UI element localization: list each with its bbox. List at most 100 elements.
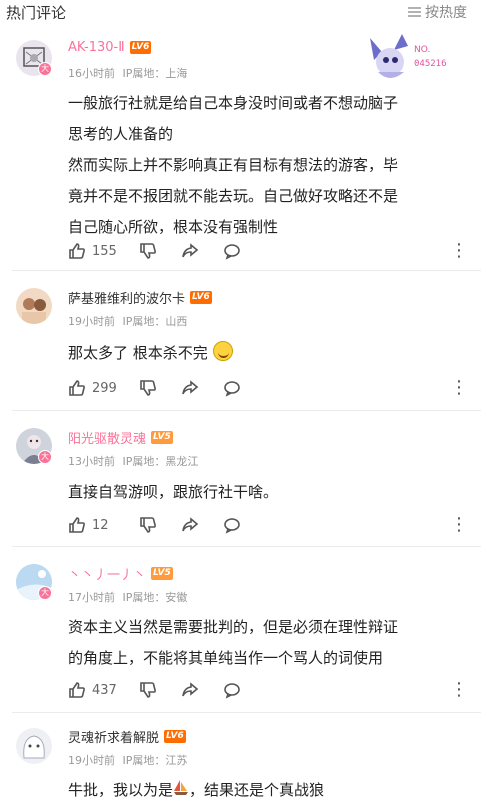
- level-badge: LV6: [190, 291, 212, 304]
- timestamp: 19小时前: [68, 315, 115, 328]
- comment-item: 灵魂祈求着解脱 LV6 19小时前 IP属地：江苏 牛批，我以为是 ，结果还是个真…: [0, 712, 481, 800]
- like-button[interactable]: 155: [68, 242, 139, 260]
- username[interactable]: 灵魂祈求着解脱 LV6: [68, 727, 186, 746]
- vip-badge: 大: [38, 450, 52, 464]
- dislike-button[interactable]: [139, 516, 181, 534]
- comment-line: 思考的人准备的: [68, 125, 174, 143]
- timestamp: 16小时前: [68, 67, 115, 80]
- level-badge: LV5: [151, 431, 173, 444]
- thumbs-up-icon: [69, 380, 85, 396]
- like-count: 155: [92, 243, 117, 259]
- like-button[interactable]: 12: [68, 516, 139, 534]
- like-count: 12: [92, 517, 109, 533]
- fan-medal: NO. 045216: [364, 30, 464, 86]
- dislike-button[interactable]: [139, 681, 181, 699]
- vip-badge: 大: [38, 586, 52, 600]
- reply-button[interactable]: [223, 681, 241, 699]
- comment-text: 牛批，我以为是 ，结果还是个真战狼: [68, 775, 464, 800]
- avatar[interactable]: [16, 288, 52, 324]
- more-options-icon[interactable]: ⋮: [450, 242, 468, 260]
- thumbs-down-icon: [140, 243, 156, 259]
- username[interactable]: 萨基雅维利的波尔卡 LV6: [68, 288, 212, 307]
- medal-no: NO.: [414, 45, 430, 55]
- comment-line-text: 牛批，我以为是: [68, 781, 174, 799]
- action-bar: 12: [68, 514, 241, 536]
- comment-line-text: 那太多了 根本杀不完: [68, 344, 208, 362]
- share-button[interactable]: [181, 379, 223, 397]
- username[interactable]: AK-130-Ⅱ LV6: [68, 40, 152, 55]
- comment-line: 那太多了 根本杀不完: [68, 338, 464, 369]
- share-icon: [182, 682, 199, 697]
- share-icon: [182, 517, 199, 532]
- comment-line: 直接自驾游呗，跟旅行社干啥。: [68, 483, 279, 501]
- comment-icon: [224, 244, 240, 260]
- username[interactable]: 阳光驱散灵魂 LV5: [68, 428, 173, 447]
- comment-line: 然而实际上并不影响真正有目标有想法的游客，毕: [68, 156, 399, 174]
- share-icon: [182, 380, 199, 395]
- thumbs-down-icon: [140, 380, 156, 396]
- comment-item: 大 AK-130-Ⅱ LV6 16小时前 IP属地：上海 NO. 045216 …: [0, 0, 481, 270]
- comment-item: 大 丶丶丿一丿丶 LV5 17小时前 IP属地：安徽 资本主义当然是需要批判的，…: [0, 546, 481, 712]
- level-badge: LV6: [129, 41, 152, 54]
- timestamp: 17小时前: [68, 591, 115, 604]
- comment-text: 那太多了 根本杀不完: [68, 338, 464, 369]
- username-text: 阳光驱散灵魂: [68, 432, 147, 447]
- level-badge: LV5: [151, 567, 173, 580]
- comment-icon: [224, 381, 240, 397]
- reply-button[interactable]: [223, 242, 241, 260]
- ip-location: IP属地：山西: [122, 315, 188, 328]
- comment-line: 资本主义当然是需要批判的，但是必须在理性辩证: [68, 618, 399, 636]
- like-count: 437: [92, 682, 117, 698]
- comment-line: 的角度上，不能将其单纯当作一个骂人的词使用: [68, 649, 384, 667]
- username-text: 丶丶丿一丿丶: [68, 568, 147, 583]
- avatar[interactable]: [16, 728, 52, 764]
- thumbs-up-icon: [69, 517, 85, 533]
- ip-location: IP属地：黑龙江: [122, 455, 199, 468]
- comment-line: 牛批，我以为是 ，结果还是个真战狼: [68, 775, 464, 800]
- action-bar: 299: [68, 377, 241, 399]
- comment-item: 萨基雅维利的波尔卡 LV6 19小时前 IP属地：山西 那太多了 根本杀不完 2…: [0, 270, 481, 410]
- share-button[interactable]: [181, 681, 223, 699]
- username-text: 萨基雅维利的波尔卡: [68, 292, 186, 307]
- share-button[interactable]: [181, 516, 223, 534]
- comment-line: 一般旅行社就是给自己本身没时间或者不想动脑子: [68, 94, 399, 112]
- reply-button[interactable]: [223, 516, 241, 534]
- timestamp: 13小时前: [68, 455, 115, 468]
- comment-meta: 19小时前 IP属地：江苏: [68, 752, 187, 768]
- thumbs-down-icon: [140, 682, 156, 698]
- comment-line: 竟并不是不报团就不能去玩。自己做好攻略还不是: [68, 187, 399, 205]
- vip-badge: 大: [38, 62, 52, 76]
- action-bar: 155: [68, 240, 241, 262]
- comment-line-text: ，结果还是个真战狼: [189, 781, 325, 799]
- username[interactable]: 丶丶丿一丿丶 LV5: [68, 564, 173, 583]
- more-options-icon[interactable]: ⋮: [450, 379, 468, 397]
- dislike-button[interactable]: [139, 242, 181, 260]
- level-badge: LV6: [164, 730, 186, 743]
- sailboat-emoji-icon: [174, 780, 189, 795]
- action-bar: 437: [68, 679, 241, 701]
- medal-number: 045216: [414, 59, 447, 69]
- thumbs-up-icon: [69, 682, 85, 698]
- like-button[interactable]: 299: [68, 379, 139, 397]
- username-text: AK-130-Ⅱ: [68, 40, 125, 55]
- more-options-icon[interactable]: ⋮: [450, 516, 468, 534]
- ip-location: IP属地：安徽: [122, 591, 188, 604]
- reply-button[interactable]: [223, 379, 241, 397]
- like-button[interactable]: 437: [68, 681, 139, 699]
- thumbs-up-icon: [69, 243, 85, 259]
- share-button[interactable]: [181, 242, 223, 260]
- comment-icon: [224, 683, 240, 699]
- more-options-icon[interactable]: ⋮: [450, 681, 468, 699]
- comment-meta: 19小时前 IP属地：山西: [68, 313, 187, 329]
- comment-text: 一般旅行社就是给自己本身没时间或者不想动脑子 思考的人准备的 然而实际上并不影响…: [68, 88, 464, 243]
- like-count: 299: [92, 380, 117, 396]
- share-icon: [182, 243, 199, 258]
- username-text: 灵魂祈求着解脱: [68, 731, 160, 746]
- comment-line: 自己随心所欲，根本没有强制性: [68, 218, 279, 236]
- comment-text: 直接自驾游呗，跟旅行社干啥。: [68, 477, 464, 508]
- dislike-button[interactable]: [139, 379, 181, 397]
- comment-meta: 13小时前 IP属地：黑龙江: [68, 453, 198, 469]
- comment-text: 资本主义当然是需要批判的，但是必须在理性辩证 的角度上，不能将其单纯当作一个骂人…: [68, 612, 464, 674]
- comment-meta: 17小时前 IP属地：安徽: [68, 589, 187, 605]
- laughing-emoji-icon: [212, 341, 233, 361]
